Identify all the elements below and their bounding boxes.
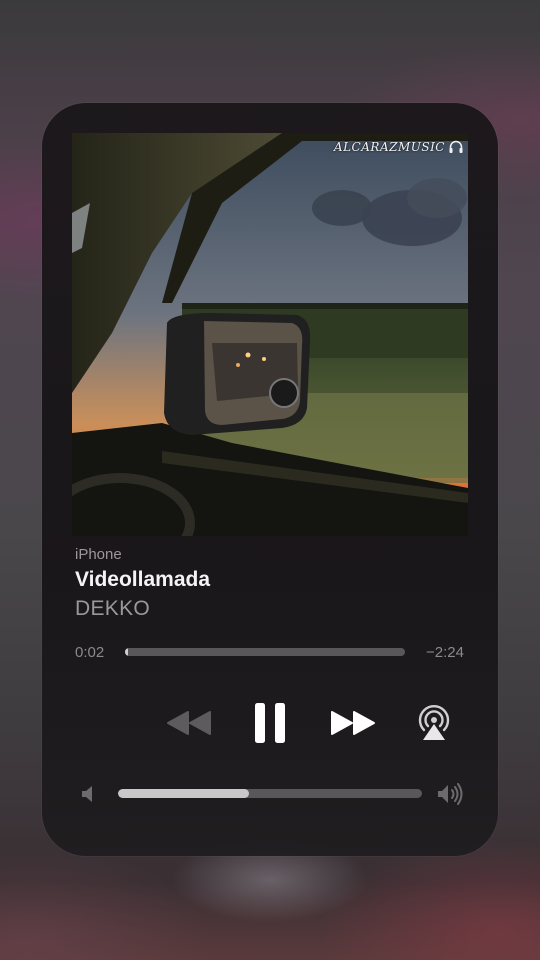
speaker-high-icon [438,783,463,805]
pause-icon [255,703,285,743]
airplay-button[interactable] [412,700,456,744]
playback-scrubber[interactable] [125,648,405,656]
next-button[interactable] [326,704,382,742]
pause-button[interactable] [246,698,294,748]
playback-progress-fill [125,648,128,656]
headphones-icon [449,140,463,153]
watermark-logo: ALCARAZMUSIC [334,139,464,155]
volume-slider[interactable] [118,789,422,798]
airplay-icon [418,705,450,740]
rewind-icon [167,711,211,735]
fast-forward-icon [331,711,375,735]
remaining-time: −2:24 [426,644,464,661]
artwork-image [72,133,468,536]
output-device-label: iPhone [75,546,122,563]
watermark-text: ALCARAZMUSIC [333,140,445,154]
speaker-low-icon [82,786,92,802]
volume-level-fill [118,789,249,798]
artist-name: DEKKO [75,597,151,620]
elapsed-time: 0:02 [75,644,105,661]
album-artwork[interactable]: ALCARAZMUSIC [72,133,468,536]
track-title: Videollamada [75,568,211,591]
previous-button[interactable] [160,704,216,742]
